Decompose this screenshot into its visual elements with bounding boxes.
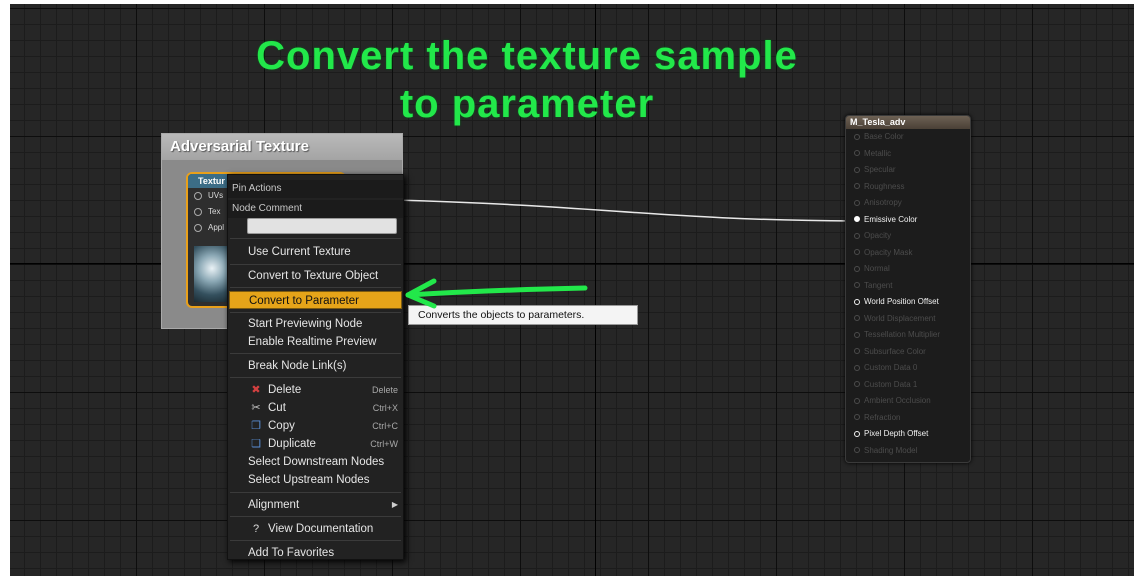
menu-item-convert-to-parameter[interactable]: Convert to Parameter: [229, 291, 402, 309]
menu-separator: [230, 264, 401, 265]
material-pin[interactable]: Tessellation Multiplier: [846, 327, 970, 344]
pin-circle-icon: [854, 414, 860, 421]
menu-item-duplicate[interactable]: ❏ Duplicate Ctrl+W: [229, 435, 402, 453]
pin-circle-icon: [854, 430, 860, 437]
pin-circle-icon: [854, 183, 860, 190]
material-pin[interactable]: Refraction: [846, 410, 970, 427]
menu-item-delete[interactable]: ✖ Delete Delete: [229, 381, 402, 399]
node-comment-header: Node Comment: [228, 200, 403, 218]
pin-circle-icon: [854, 166, 860, 173]
menu-item-use-current-texture[interactable]: Use Current Texture: [229, 243, 402, 261]
material-pin[interactable]: Subsurface Color: [846, 344, 970, 361]
pin-circle-icon: [854, 397, 860, 404]
menu-item-add-to-favorites[interactable]: Add To Favorites: [229, 544, 402, 562]
menu-separator: [230, 238, 401, 239]
material-pin[interactable]: Opacity: [846, 228, 970, 245]
material-pin[interactable]: Tangent: [846, 278, 970, 295]
pin-circle-icon: [854, 331, 860, 338]
pin-circle-icon: [854, 282, 860, 289]
menu-item-copy[interactable]: ❐ Copy Ctrl+C: [229, 417, 402, 435]
menu-item-break-node-links[interactable]: Break Node Link(s): [229, 357, 402, 375]
material-pin[interactable]: Custom Data 1: [846, 377, 970, 394]
pin-circle-icon: [854, 265, 860, 272]
material-pin[interactable]: Anisotropy: [846, 195, 970, 212]
pin-circle-icon: [854, 447, 860, 454]
material-pin[interactable]: Custom Data 0: [846, 360, 970, 377]
delete-shortcut: Delete: [371, 385, 398, 395]
menu-item-start-previewing-node[interactable]: Start Previewing Node: [229, 315, 402, 333]
duplicate-icon: ❏: [251, 438, 261, 450]
material-pin[interactable]: Opacity Mask: [846, 245, 970, 262]
menu-item-alignment[interactable]: Alignment ▶: [229, 496, 402, 514]
menu-separator: [230, 312, 401, 313]
delete-icon: ✖: [251, 384, 261, 396]
menu-separator: [230, 492, 401, 493]
material-pin[interactable]: World Displacement: [846, 311, 970, 328]
material-node-title: M_Tesla_adv: [846, 116, 970, 129]
copy-icon: ❐: [251, 420, 261, 432]
pin-circle-icon: [854, 315, 860, 322]
node-comment-input[interactable]: [247, 218, 397, 234]
menu-item-view-documentation[interactable]: ? View Documentation: [229, 520, 402, 538]
headline-line-1: Convert the texture sample: [256, 34, 798, 78]
duplicate-shortcut: Ctrl+W: [370, 439, 398, 449]
pin-circle-icon: [854, 216, 860, 223]
cut-shortcut: Ctrl+X: [372, 403, 398, 413]
menu-separator: [230, 540, 401, 541]
menu-item-select-upstream-nodes[interactable]: Select Upstream Nodes: [229, 471, 402, 489]
material-pin[interactable]: Normal: [846, 261, 970, 278]
material-pin[interactable]: Ambient Occlusion: [846, 393, 970, 410]
material-pin[interactable]: World Position Offset: [846, 294, 970, 311]
menu-item-cut[interactable]: ✂ Cut Ctrl+X: [229, 399, 402, 417]
menu-separator: [230, 516, 401, 517]
menu-separator: [230, 353, 401, 354]
material-result-node[interactable]: M_Tesla_adv Base Color Metallic Specular Ro…: [845, 115, 971, 463]
menu-item-convert-to-texture-object[interactable]: Convert to Texture Object: [229, 267, 402, 285]
material-pin[interactable]: Shading Model: [846, 443, 970, 460]
material-graph-canvas[interactable]: Convert the texture sample to parameter …: [10, 4, 1134, 576]
pin-circle-icon: [854, 381, 860, 388]
menu-item-enable-realtime-preview[interactable]: Enable Realtime Preview: [229, 333, 402, 351]
tooltip: Converts the objects to parameters.: [408, 305, 638, 325]
material-pin[interactable]: Base Color: [846, 129, 970, 146]
material-pin-list: Base Color Metallic Specular Roughness Aniso…: [846, 129, 970, 459]
material-pin[interactable]: Metallic: [846, 146, 970, 163]
menu-separator: [230, 377, 401, 378]
context-menu: Pin Actions Node Comment Use Current Tex…: [227, 174, 404, 560]
comment-box-title: Adversarial Texture: [162, 134, 402, 160]
pin-circle-icon: [854, 348, 860, 355]
pin-circle-icon: [854, 364, 860, 371]
pin-circle-icon: [854, 232, 860, 239]
pin-circle-icon: [854, 199, 860, 206]
copy-shortcut: Ctrl+C: [372, 421, 398, 431]
pin-circle-icon: [854, 133, 860, 140]
material-pin[interactable]: Emissive Color: [846, 212, 970, 229]
menu-item-select-downstream-nodes[interactable]: Select Downstream Nodes: [229, 453, 402, 471]
pin-circle-icon: [854, 150, 860, 157]
menu-separator: [230, 287, 401, 288]
material-pin[interactable]: Roughness: [846, 179, 970, 196]
pin-circle-icon: [854, 298, 860, 305]
submenu-arrow-icon: ▶: [391, 500, 398, 509]
texture-preview-thumbnail: [194, 246, 230, 302]
pin-circle-icon: [854, 249, 860, 256]
scissors-icon: ✂: [251, 402, 261, 414]
material-pin[interactable]: Pixel Depth Offset: [846, 426, 970, 443]
help-circle-icon: ?: [252, 523, 260, 535]
pin-actions-header: Pin Actions: [228, 180, 403, 198]
material-pin[interactable]: Specular: [846, 162, 970, 179]
